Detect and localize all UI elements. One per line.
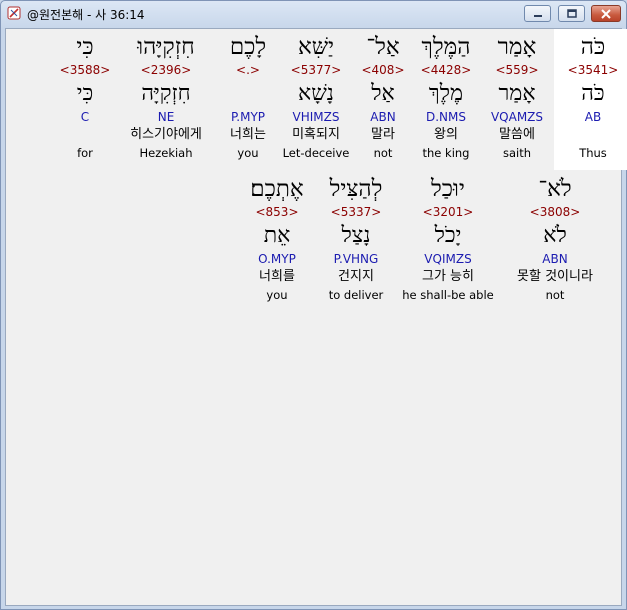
- hebrew-lemma: לֹא: [543, 223, 567, 248]
- close-button[interactable]: [591, 5, 621, 22]
- morphology-code: VHIMZS: [292, 110, 340, 124]
- english-gloss: Hezekiah: [139, 146, 193, 160]
- english-gloss: not: [373, 146, 393, 160]
- hebrew-word: אָמַר: [497, 34, 537, 60]
- korean-gloss: 히스기야에게: [130, 127, 202, 142]
- morphology-code: C: [80, 110, 90, 124]
- english-gloss: Let-deceive: [282, 146, 350, 160]
- korean-gloss: 너희는: [230, 127, 266, 142]
- english-gloss: saith: [502, 146, 532, 160]
- hebrew-word: לֹא־: [538, 176, 572, 202]
- korean-gloss: 그가 능히: [422, 269, 474, 284]
- hebrew-lemma: נָשָׁא: [298, 81, 334, 106]
- english-gloss: you: [266, 288, 288, 302]
- hebrew-lemma: נָצַל: [341, 223, 371, 248]
- english-gloss: for: [77, 146, 93, 160]
- korean-gloss: 너희를: [259, 269, 295, 284]
- korean-gloss: 못할 것이니라: [517, 269, 593, 284]
- strong-number[interactable]: <5337>: [316, 205, 396, 219]
- strong-number[interactable]: <2396>: [121, 63, 211, 77]
- strong-number[interactable]: <5377>: [277, 63, 355, 77]
- korean-gloss: 말씀에: [499, 127, 535, 142]
- minimize-icon: [533, 14, 542, 17]
- hebrew-lemma: כֹּה: [581, 81, 605, 106]
- morphology-code: P.MYP: [230, 110, 266, 124]
- english-gloss: he shall-be able: [402, 288, 494, 302]
- strong-number[interactable]: <3541>: [554, 63, 627, 77]
- korean-gloss: 말라: [371, 127, 395, 142]
- word-cell[interactable]: יַשִּׁא <5377> נָשָׁא VHIMZS 미혹되지 Let-de…: [277, 29, 355, 170]
- hebrew-lemma: אָמַר: [498, 81, 536, 106]
- hebrew-word: יוּכַל: [431, 176, 465, 202]
- word-cell[interactable]: לֹא־ <3808> לֹא ABN 못할 것이니라 not: [500, 171, 610, 312]
- close-icon: [601, 8, 611, 19]
- strong-number[interactable]: <3808>: [500, 205, 610, 219]
- word-cell[interactable]: אַל־ <408> אַל ABN 말라 not: [344, 29, 422, 170]
- hebrew-word: לָכֶם: [229, 34, 267, 60]
- english-gloss: Thus: [579, 146, 607, 160]
- morphology-code: AB: [584, 110, 602, 124]
- word-cell[interactable]: כִּי <3588> כִּי C for: [46, 29, 124, 170]
- strong-number[interactable]: <408>: [344, 63, 422, 77]
- window-title: @원전본해 - 사 36:14: [27, 8, 145, 22]
- hebrew-word: כֹּה: [580, 34, 606, 60]
- morphology-code: ABN: [542, 252, 568, 266]
- hebrew-word: אַל־: [366, 34, 400, 60]
- strong-number[interactable]: <.>: [209, 63, 287, 77]
- korean-gloss: 미혹되지: [292, 127, 340, 142]
- hebrew-lemma: כִּי: [76, 81, 94, 106]
- strong-number[interactable]: <3588>: [46, 63, 124, 77]
- app-window: @원전본해 - 사 36:14 כֹּה <3541> כֹּה AB Thus…: [0, 0, 627, 610]
- app-icon: [7, 6, 21, 20]
- morphology-code: NE: [157, 110, 175, 124]
- word-cell[interactable]: לְהַצִּיל <5337> נָצַל P.VHNG 건지지 to del…: [316, 171, 396, 312]
- word-cell[interactable]: לָכֶם <.> P.MYP 너희는 you: [209, 29, 287, 170]
- hebrew-word: חִזְקִיָּהוּ: [137, 34, 195, 60]
- hebrew-word: לְהַצִּיל: [329, 176, 383, 202]
- word-cell[interactable]: יוּכַל <3201> יָכֹל VQIMZS 그가 능히 he shal…: [396, 171, 500, 312]
- morphology-code: VQAMZS: [490, 110, 544, 124]
- maximize-button[interactable]: [558, 5, 585, 22]
- strong-number[interactable]: <853>: [238, 205, 316, 219]
- word-cell[interactable]: אָמַר <559> אָמַר VQAMZS 말씀에 saith: [478, 29, 556, 170]
- hebrew-word: אֶתְכֶם׃: [250, 176, 304, 202]
- hebrew-lemma: אֵת: [263, 223, 291, 248]
- minimize-button[interactable]: [524, 5, 551, 22]
- morphology-code: P.VHNG: [333, 252, 379, 266]
- morphology-code: O.MYP: [258, 252, 296, 266]
- morphology-code: VQIMZS: [424, 252, 472, 266]
- english-gloss: to deliver: [328, 288, 384, 302]
- strong-number[interactable]: <3201>: [396, 205, 500, 219]
- korean-gloss: 건지지: [338, 269, 374, 284]
- hebrew-word: יַשִּׁא: [297, 34, 335, 60]
- word-cell[interactable]: כֹּה <3541> כֹּה AB Thus: [554, 29, 627, 170]
- hebrew-lemma: חִזְקִיָּה: [141, 81, 191, 106]
- strong-number[interactable]: <559>: [478, 63, 556, 77]
- english-gloss: you: [237, 146, 259, 160]
- english-gloss: not: [545, 288, 565, 302]
- word-cell[interactable]: אֶתְכֶם׃ <853> אֵת O.MYP 너희를 you: [238, 171, 316, 312]
- hebrew-lemma: יָכֹל: [434, 223, 462, 248]
- content-area: כֹּה <3541> כֹּה AB Thus אָמַר <559> אָמ…: [5, 28, 627, 606]
- maximize-icon: [566, 9, 577, 18]
- title-bar[interactable]: @원전본해 - 사 36:14: [1, 1, 626, 27]
- hebrew-lemma: אַל: [371, 81, 395, 106]
- morphology-code: ABN: [370, 110, 396, 124]
- hebrew-word: כִּי: [76, 34, 94, 60]
- word-cell[interactable]: חִזְקִיָּהוּ <2396> חִזְקִיָּה NE 히스기야에게…: [121, 29, 211, 170]
